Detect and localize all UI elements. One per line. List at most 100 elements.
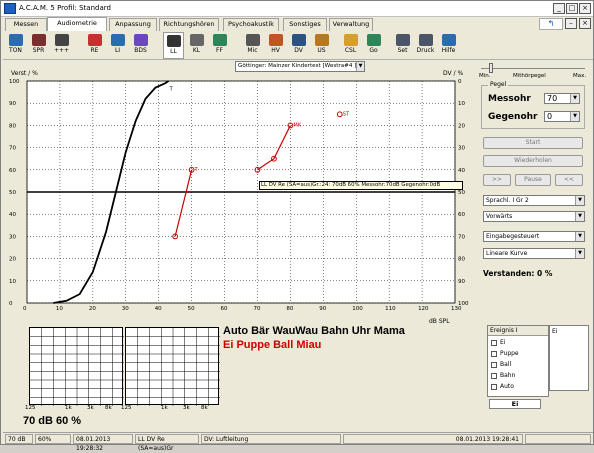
y-tick-label-left: 70 [9, 146, 16, 152]
gegenohr-select[interactable]: 0 ▼ [544, 111, 580, 122]
app-icon [4, 3, 16, 14]
mithoer-slider[interactable] [481, 63, 585, 73]
tab-verwaltung[interactable]: Verwaltung [329, 18, 373, 31]
window-title: A.C.A.M. 5 Profil: Standard [19, 4, 111, 12]
toolbar-button-hilfe[interactable]: Hilfe [438, 32, 459, 59]
tools-icon [395, 34, 410, 46]
toolbar-button-go[interactable]: Go [363, 32, 384, 59]
forward-button[interactable]: >> [483, 174, 511, 186]
tab-psychoakustik[interactable]: Psychoakustik [223, 18, 279, 31]
x-tick-label: 60 [221, 306, 228, 312]
toolbar-label: +++ [53, 47, 70, 54]
event-item[interactable]: Puppe [491, 350, 519, 358]
tab-audiometrie[interactable]: Audiometrie [47, 17, 107, 31]
x-tick-label: 40 [155, 306, 162, 312]
toolbar-label: BDS [134, 47, 147, 54]
toolbar-button-dv[interactable]: DV [288, 32, 309, 59]
pause-button[interactable]: Pause [515, 174, 551, 186]
x-tick-label: 110 [385, 306, 396, 312]
toolbar-button-hv[interactable]: HV [265, 32, 286, 59]
tab-anpassung[interactable]: Anpassung [109, 18, 157, 31]
x-tick-label: 0 [23, 306, 27, 312]
checkbox[interactable] [491, 350, 497, 357]
checkbox[interactable] [491, 383, 497, 390]
event-item[interactable]: Auto [491, 383, 514, 391]
event-item-label: Puppe [500, 350, 519, 357]
slider-thumb[interactable] [489, 63, 493, 73]
title-bar: A.C.A.M. 5 Profil: Standard _ □ × [1, 1, 593, 17]
y-tick-label-right: 90 [458, 279, 465, 285]
toolbar-button-bds[interactable]: BDS [130, 32, 151, 59]
tab-messen[interactable]: Messen [5, 18, 47, 31]
toolbar-button-druck[interactable]: Druck [415, 32, 436, 59]
toolbar-button-us[interactable]: US [311, 32, 332, 59]
tab-richtungshoeren[interactable]: Richtungshören [159, 18, 219, 31]
selected-test-dropdown[interactable]: Göttinger: Mainzer Kindertest [Westra#4 … [235, 61, 365, 72]
back-button[interactable]: << [555, 174, 583, 186]
current-word-button[interactable]: Ei [489, 399, 541, 409]
y-tick-label-left: 50 [9, 190, 16, 196]
status-level: 70 dB [5, 434, 33, 444]
smiley-icon [343, 34, 358, 46]
y-tick-label-right: 10 [458, 101, 465, 107]
mode-value: Eingabegesteuert [486, 233, 540, 240]
toolbar-label: CSL [344, 47, 357, 54]
go-icon [366, 34, 381, 46]
event-item-label: Ball [500, 361, 512, 368]
checkbox[interactable] [491, 339, 497, 346]
mini-tick-125-r: 125 [121, 405, 132, 411]
event-item[interactable]: Ei [491, 339, 505, 347]
toolbar-button-[interactable]: +++ [51, 32, 72, 59]
direction-value: Vorwärts [486, 213, 513, 220]
mini-grid-right [126, 328, 220, 406]
toolbar-button-set[interactable]: Set [392, 32, 413, 59]
direction-select[interactable]: Vorwärts ▼ [483, 211, 585, 222]
chevron-down-icon: ▼ [575, 196, 584, 205]
tab-sonstiges[interactable]: Sonstiges [283, 18, 327, 31]
close-button[interactable]: × [579, 3, 591, 14]
toolbar-label: FF [216, 47, 223, 54]
event-item-label: Auto [500, 383, 514, 390]
x-tick-label: 90 [319, 306, 326, 312]
toolbar-button-kl[interactable]: KL [186, 32, 207, 59]
toolbar-label: TON [9, 47, 22, 54]
wiederholen-button[interactable]: Wiederholen [483, 155, 583, 167]
toolbar-button-ff[interactable]: FF [209, 32, 230, 59]
messohr-select[interactable]: 70 ▼ [544, 93, 580, 104]
tone-icon [8, 34, 23, 46]
checkbox[interactable] [491, 372, 497, 379]
checkbox[interactable] [491, 361, 497, 368]
context-help-icon[interactable]: ↰ [539, 18, 563, 30]
toolbar-label: RE [90, 47, 99, 54]
toolbar-button-csl[interactable]: CSL [340, 32, 361, 59]
toolbar-button-spr[interactable]: SPR [28, 32, 49, 59]
chevron-down-icon: ▼ [570, 94, 579, 103]
event-item[interactable]: Bahn [491, 372, 515, 380]
event-item[interactable]: Ball [491, 361, 511, 369]
toolbar-button-mic[interactable]: Mic [242, 32, 263, 59]
chevron-down-icon: ▼ [575, 212, 584, 221]
y-tick-label-left: 40 [9, 212, 16, 218]
toolbar: TON SPR +++ RE LI BDS LL KL FF Mic HV DV US CSL Go Set D… [3, 32, 593, 60]
slider-min-label: Min. [479, 73, 491, 79]
toolbar-button-li[interactable]: LI [107, 32, 128, 59]
ears-both-icon [133, 34, 148, 46]
toolbar-button-ll[interactable]: LL [163, 32, 184, 59]
sub-close-button[interactable]: × [579, 18, 591, 29]
y-tick-label-left: 60 [9, 168, 16, 174]
event-list: Ereignis I Ei Puppe Ball Bahn Auto [487, 325, 549, 397]
minimize-button[interactable]: _ [553, 3, 565, 14]
sub-minimize-button[interactable]: – [565, 18, 577, 29]
headphones-icon [166, 35, 181, 47]
mode-select[interactable]: Eingabegesteuert ▼ [483, 231, 585, 242]
curve-select[interactable]: Lineare Kurve ▼ [483, 248, 585, 259]
maximize-button[interactable]: □ [566, 3, 578, 14]
speech-list-select[interactable]: Sprachl. I Gr 2 ▼ [483, 195, 585, 206]
toolbar-button-re[interactable]: RE [84, 32, 105, 59]
status-start-time: 08.01.2013 19:28:32 [73, 434, 133, 452]
start-button[interactable]: Start [483, 137, 583, 149]
toolbar-button-ton[interactable]: TON [5, 32, 26, 59]
event-item-label: Bahn [500, 372, 516, 379]
us-icon [314, 34, 329, 46]
verstanden-result: Verstanden: 0 % [483, 269, 553, 278]
